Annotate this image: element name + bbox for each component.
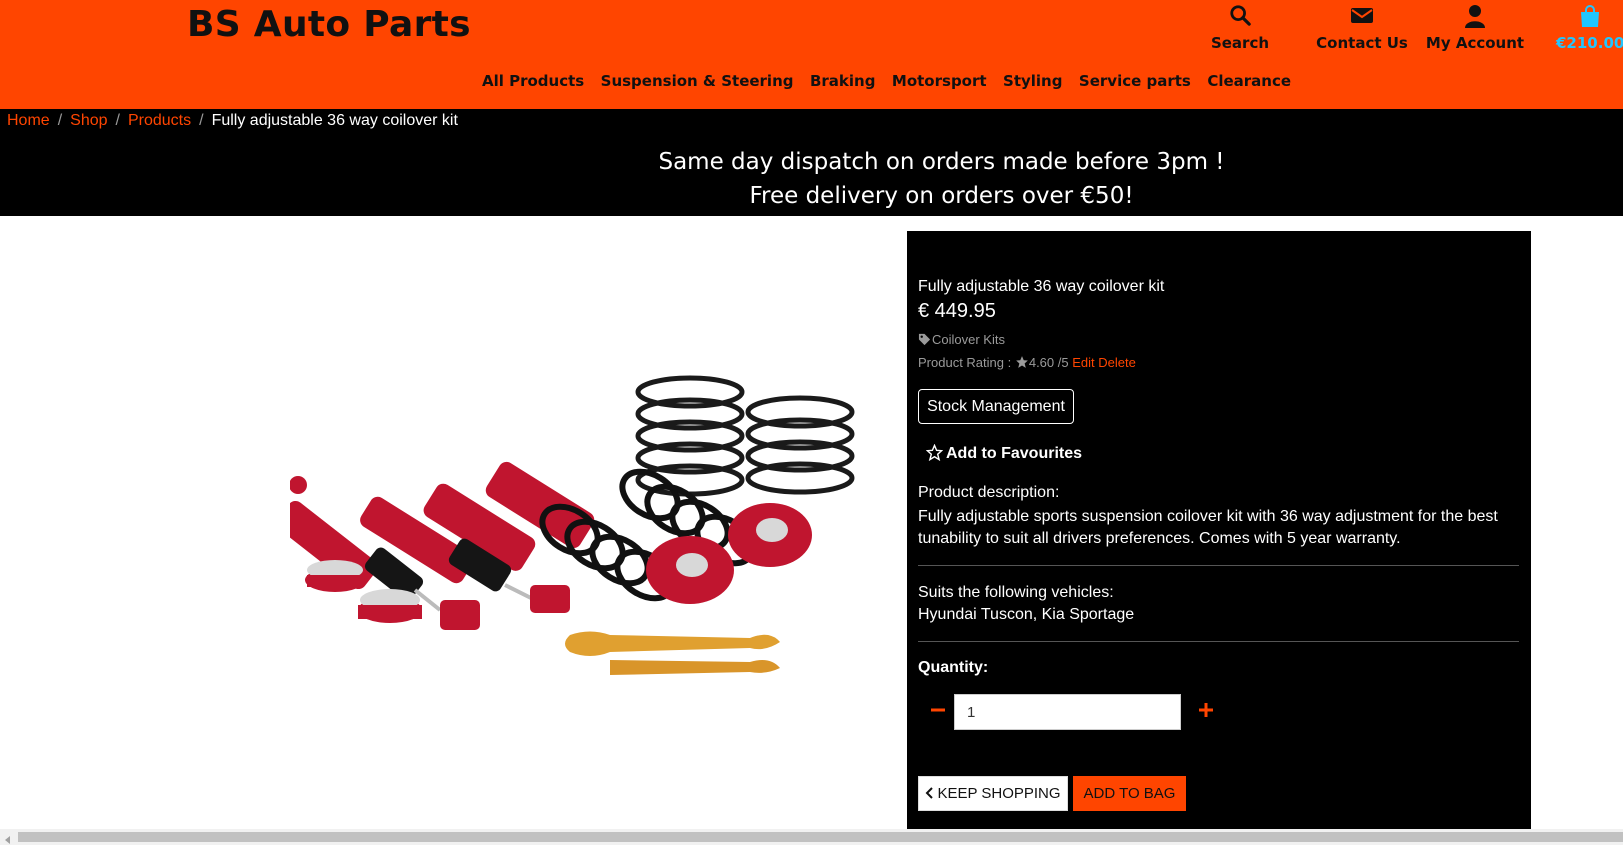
rating-value: 4.60 /5 [1028, 355, 1069, 370]
chevron-left-icon [925, 785, 937, 802]
delete-product-link[interactable]: Delete [1098, 355, 1136, 370]
product-details-panel: Fully adjustable 36 way coilover kit € 4… [907, 231, 1531, 831]
product-name: Fully adjustable 36 way coilover kit [918, 278, 1165, 295]
breadcrumb-home[interactable]: Home [7, 112, 50, 129]
product-description: Fully adjustable sports suspension coilo… [918, 508, 1498, 547]
description-label: Product description: [918, 484, 1060, 501]
nav-styling[interactable]: Styling [1003, 72, 1062, 90]
scroll-left-arrow-icon[interactable] [2, 832, 14, 844]
contact-link[interactable]: Contact Us [1302, 2, 1422, 52]
quantity-label: Quantity: [918, 659, 989, 676]
search-icon [1210, 4, 1270, 34]
bag-total: €210.00 [1556, 34, 1623, 52]
breadcrumb-separator: / [115, 112, 120, 129]
search-link[interactable]: Search [1210, 2, 1270, 52]
increment-quantity-button[interactable] [1194, 698, 1218, 722]
breadcrumb-separator: / [57, 112, 63, 129]
user-icon [1425, 4, 1525, 34]
add-to-favourites-link[interactable]: Add to Favourites [925, 443, 1083, 463]
dispatch-banner: Same day dispatch on orders made before … [658, 149, 1225, 175]
nav-service-parts[interactable]: Service parts [1079, 72, 1191, 90]
vehicles-list: Hyundai Tuscon, Kia Sportage [918, 606, 1135, 623]
minus-icon [926, 708, 950, 726]
scrollbar-thumb[interactable] [18, 832, 1623, 842]
account-link[interactable]: My Account [1425, 2, 1525, 52]
quantity-input[interactable] [954, 694, 1181, 730]
shopping-bag-link[interactable]: €210.00 [1556, 2, 1623, 52]
breadcrumb-shop[interactable]: Shop [70, 112, 107, 129]
nav-all-products[interactable]: All Products [482, 72, 584, 90]
keep-shopping-button[interactable]: KEEP SHOPPING [918, 776, 1068, 811]
product-category[interactable]: Coilover Kits [918, 332, 1005, 347]
category-label: Coilover Kits [932, 332, 1005, 347]
shopping-bag-icon [1556, 4, 1623, 34]
tag-icon [918, 332, 932, 347]
site-logo[interactable]: BS Auto Parts [187, 4, 471, 45]
site-header: BS Auto Parts Search Contact Us My Accou… [0, 0, 1623, 109]
add-to-bag-button[interactable]: ADD TO BAG [1073, 776, 1186, 811]
envelope-icon [1302, 4, 1422, 34]
page: BS Auto Parts Search Contact Us My Accou… [0, 0, 1623, 845]
product-image [276, 370, 870, 710]
breadcrumb-separator: / [199, 112, 204, 129]
product-price: € 449.95 [918, 300, 996, 322]
stock-management-button[interactable]: Stock Management [918, 389, 1074, 424]
edit-product-link[interactable]: Edit [1072, 355, 1094, 370]
nav-braking[interactable]: Braking [810, 72, 876, 90]
divider [918, 565, 1519, 566]
breadcrumb: Home / Shop / Products / Fully adjustable 36 w… [7, 112, 458, 130]
divider [918, 641, 1519, 642]
horizontal-scrollbar[interactable] [0, 829, 1623, 845]
star-outline-icon [925, 443, 946, 462]
breadcrumb-products[interactable]: Products [128, 112, 191, 129]
star-icon [1015, 355, 1029, 370]
nav-clearance[interactable]: Clearance [1207, 72, 1291, 90]
delivery-banner: Free delivery on orders over €50! [749, 183, 1134, 209]
rating-label: Product Rating : [918, 355, 1012, 370]
contact-label: Contact Us [1316, 34, 1408, 52]
plus-icon [1194, 703, 1218, 726]
product-rating: Product Rating : 4.60 /5 Edit Delete [918, 355, 1136, 370]
decrement-quantity-button[interactable] [926, 698, 950, 722]
breadcrumb-current: Fully adjustable 36 way coilover kit [211, 112, 458, 129]
favourites-label: Add to Favourites [946, 445, 1083, 462]
search-label: Search [1210, 34, 1270, 52]
nav-suspension-steering[interactable]: Suspension & Steering [601, 72, 794, 90]
keep-shopping-label: KEEP SHOPPING [937, 785, 1061, 802]
account-label: My Account [1425, 34, 1525, 52]
vehicles-label: Suits the following vehicles: [918, 584, 1114, 601]
main-nav: All Products Suspension & Steering Braki… [0, 72, 1623, 91]
nav-motorsport[interactable]: Motorsport [892, 72, 987, 90]
